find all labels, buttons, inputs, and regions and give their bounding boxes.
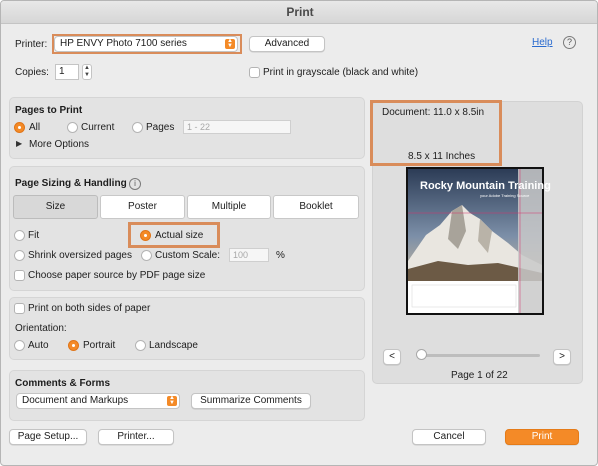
tab-multiple[interactable]: Multiple xyxy=(187,195,271,219)
page-thumbnail: Rocky Mountain Training your Adobe Train… xyxy=(406,167,551,315)
pages-range-label: Pages xyxy=(146,122,175,133)
fit-label: Fit xyxy=(28,230,40,241)
orientation-auto-radio[interactable] xyxy=(14,340,25,351)
custom-scale-label: Custom Scale: xyxy=(155,250,221,261)
custom-scale-input[interactable]: 100 xyxy=(229,248,269,262)
thumbnail-subtitle: your Adobe Training Source xyxy=(480,193,530,198)
cancel-button[interactable]: Cancel xyxy=(412,429,486,445)
pages-current-radio[interactable] xyxy=(67,122,78,133)
prev-page-button[interactable]: < xyxy=(383,349,401,365)
tab-size[interactable]: Size xyxy=(13,195,98,219)
page-slider-thumb[interactable] xyxy=(416,349,427,360)
percent-label: % xyxy=(276,250,285,261)
pages-all-label: All xyxy=(29,122,41,133)
printer-label: Printer: xyxy=(15,39,48,50)
duplex-label: Print on both sides of paper xyxy=(28,303,151,314)
printer-button[interactable]: Printer... xyxy=(98,429,174,445)
page-slider-track[interactable] xyxy=(420,354,540,357)
document-size-highlight xyxy=(370,100,502,166)
copies-stepper[interactable]: ▲ ▼ xyxy=(82,64,92,80)
next-page-button[interactable]: > xyxy=(553,349,571,365)
info-icon[interactable]: i xyxy=(129,178,141,190)
grayscale-label: Print in grayscale (black and white) xyxy=(263,67,419,78)
fit-radio[interactable] xyxy=(14,230,25,241)
more-options-label[interactable]: More Options xyxy=(29,139,89,150)
printer-highlight xyxy=(52,34,242,54)
orientation-landscape-label: Landscape xyxy=(149,340,198,351)
comments-select[interactable]: Document and Markups ▲ ▼ xyxy=(16,393,180,409)
shrink-radio[interactable] xyxy=(14,250,25,261)
sizing-title: Page Sizing & Handling xyxy=(15,178,127,189)
duplex-checkbox[interactable] xyxy=(14,303,25,314)
pages-current-label: Current xyxy=(81,122,115,133)
print-button[interactable]: Print xyxy=(505,429,579,445)
pages-title: Pages to Print xyxy=(15,105,83,116)
tab-poster[interactable]: Poster xyxy=(100,195,185,219)
grayscale-checkbox[interactable] xyxy=(249,67,260,78)
shrink-label: Shrink oversized pages xyxy=(28,250,132,261)
tab-booklet[interactable]: Booklet xyxy=(273,195,359,219)
comments-title: Comments & Forms xyxy=(15,378,111,389)
print-dialog: Print Printer: HP ENVY Photo 7100 series… xyxy=(0,0,598,466)
page-setup-button[interactable]: Page Setup... xyxy=(9,429,87,445)
orientation-landscape-radio[interactable] xyxy=(135,340,146,351)
orientation-portrait-radio[interactable] xyxy=(68,340,79,351)
orientation-portrait-label: Portrait xyxy=(83,340,116,351)
choose-source-label: Choose paper source by PDF page size xyxy=(28,270,206,281)
copies-label: Copies: xyxy=(15,67,49,78)
thumbnail-title: Rocky Mountain Training xyxy=(420,180,551,192)
pages-range-radio[interactable] xyxy=(132,122,143,133)
pages-all-radio[interactable] xyxy=(14,122,25,133)
custom-scale-radio[interactable] xyxy=(141,250,152,261)
summarize-comments-button[interactable]: Summarize Comments xyxy=(191,393,311,409)
chevron-updown-icon: ▲ ▼ xyxy=(167,395,177,406)
help-link[interactable]: Help xyxy=(532,37,553,48)
pages-range-input[interactable]: 1 - 22 xyxy=(183,120,291,134)
window-title: Print xyxy=(1,1,597,24)
question-circle-icon[interactable]: ? xyxy=(563,36,576,49)
orientation-auto-label: Auto xyxy=(28,340,49,351)
comments-select-value: Document and Markups xyxy=(22,395,129,406)
page-indicator: Page 1 of 22 xyxy=(451,370,508,381)
copies-input[interactable]: 1 xyxy=(55,64,79,80)
orientation-label: Orientation: xyxy=(15,323,67,334)
actual-size-highlight xyxy=(128,222,220,248)
advanced-button[interactable]: Advanced xyxy=(249,36,325,52)
choose-source-checkbox[interactable] xyxy=(14,270,25,281)
disclosure-triangle-icon[interactable]: ▶ xyxy=(16,139,22,148)
